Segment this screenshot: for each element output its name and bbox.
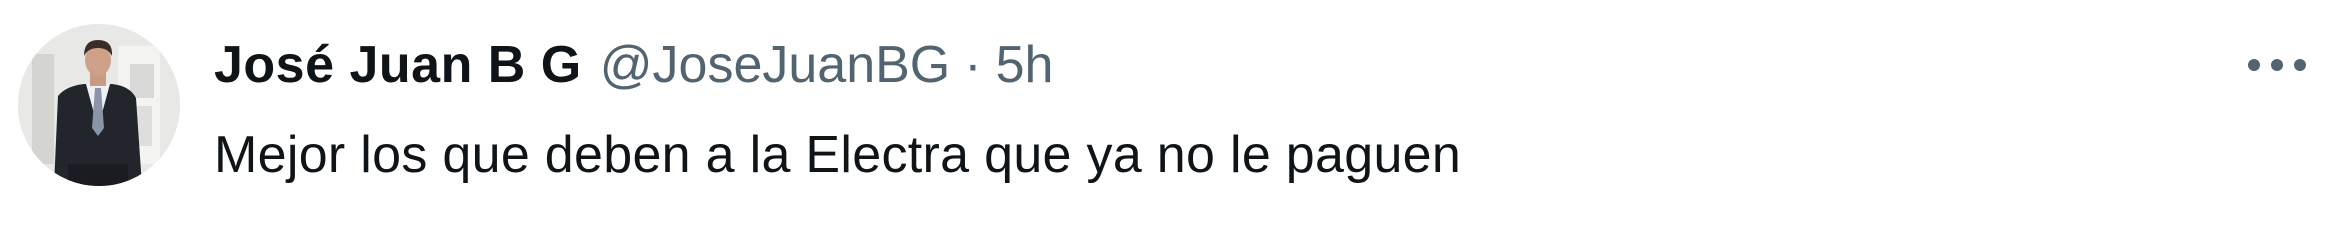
more-options-button[interactable] bbox=[2242, 40, 2312, 90]
tweet-text: Mejor los que deben a la Electra que ya … bbox=[214, 126, 1462, 184]
tweet-header: José Juan B G @JoseJuanBG · 5h bbox=[214, 32, 1053, 98]
display-name[interactable]: José Juan B G bbox=[214, 32, 582, 98]
avatar-photo bbox=[18, 24, 180, 186]
avatar[interactable] bbox=[18, 24, 180, 186]
more-horizontal-icon bbox=[2248, 59, 2306, 71]
user-handle[interactable]: @JoseJuanBG bbox=[600, 32, 951, 98]
tweet-timestamp[interactable]: 5h bbox=[996, 32, 1054, 98]
tweet-card[interactable]: José Juan B G @JoseJuanBG · 5h Mejor los… bbox=[0, 0, 2332, 241]
header-separator: · bbox=[964, 36, 982, 94]
